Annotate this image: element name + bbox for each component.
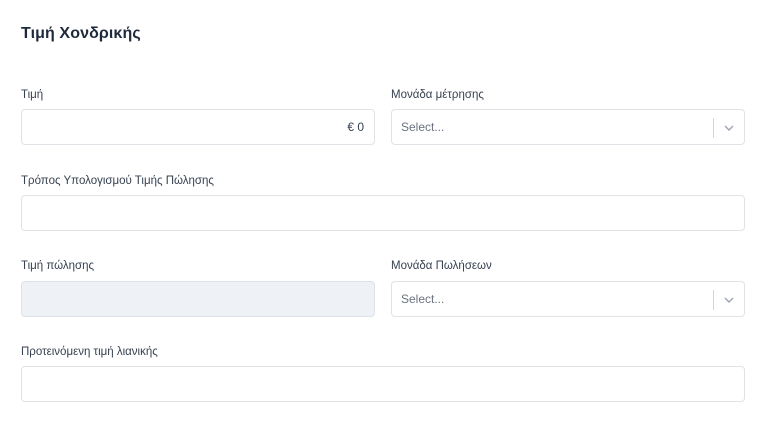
chevron-down-icon[interactable] [722,293,736,307]
select-separator [713,118,714,138]
wholesale-price-panel: Τιμή Χονδρικής Τιμή € 0 Μονάδα μέτρησης … [0,0,765,430]
sale-unit-label: Μονάδα Πωλήσεων [391,260,492,272]
calc-method-label: Τρόπος Υπολογισμού Τιμής Πώλησης [21,175,214,187]
unit-select[interactable]: Select... [391,109,745,145]
sale-price-label: Τιμή πώλησης [21,260,95,272]
sale-price-input [21,281,375,317]
retail-price-label: Προτεινόμενη τιμή λιανικής [21,346,158,358]
calc-method-input[interactable] [21,195,745,231]
unit-label: Μονάδα μέτρησης [391,89,484,101]
sale-unit-select[interactable]: Select... [391,281,745,317]
retail-price-input[interactable] [21,366,745,402]
chevron-down-icon[interactable] [722,121,736,135]
sale-unit-placeholder: Select... [401,292,445,306]
price-value: € 0 [347,120,364,134]
select-separator [713,290,714,310]
price-label: Τιμή [21,89,44,101]
section-title: Τιμή Χονδρικής [21,25,141,42]
price-input[interactable]: € 0 [21,109,375,145]
unit-placeholder: Select... [401,120,445,134]
